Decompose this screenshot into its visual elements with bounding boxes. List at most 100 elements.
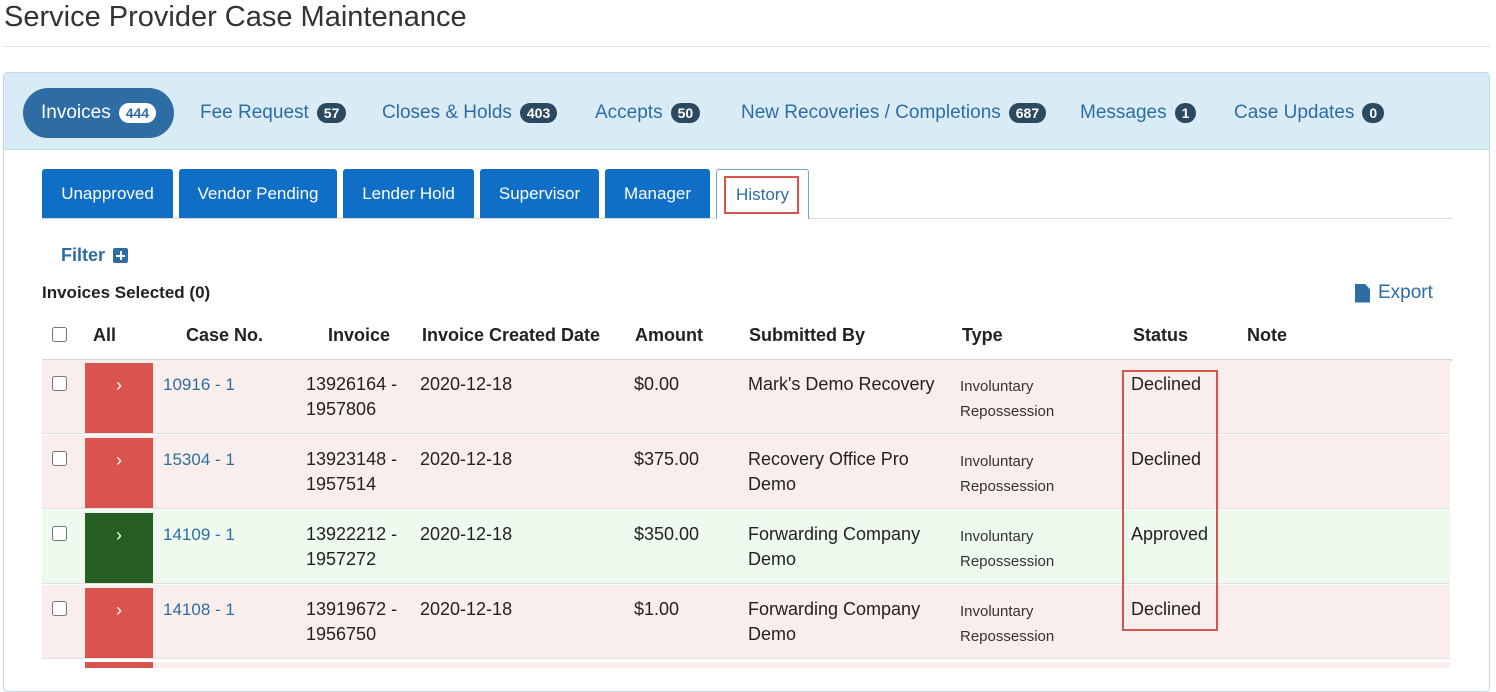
tab-case-updates-count: 0 (1362, 103, 1385, 123)
invoice-number-line-1: 13923148 - (306, 449, 398, 469)
invoice-number: 13922212 - 1957272 (306, 522, 397, 572)
plus-square-icon (113, 248, 129, 263)
type: Involuntary Repossession (960, 449, 1054, 499)
submitted-by-line-1: Forwarding Company (748, 524, 921, 544)
next-row-partial (153, 662, 1450, 668)
column-header-submitted-by[interactable]: Submitted By (749, 325, 865, 346)
submitted-by-line-2: Demo (748, 624, 797, 644)
tab-invoices-count: 444 (118, 103, 157, 123)
invoice-number-line-1: 13926164 - (306, 374, 398, 394)
case-no-link[interactable]: 14108 - 1 (163, 597, 235, 622)
column-header-created-date[interactable]: Invoice Created Date (422, 325, 600, 346)
submitted-by: Recovery Office Pro Demo (748, 447, 909, 497)
tab-case-updates[interactable]: Case Updates 0 (1234, 88, 1385, 138)
next-row-expander[interactable] (85, 662, 153, 668)
column-header-amount[interactable]: Amount (635, 325, 703, 346)
table-row: › 14108 - 1 13919672 - 1956750 2020-12-18… (42, 585, 1450, 659)
row-checkbox[interactable] (52, 526, 67, 541)
status: Declined (1131, 449, 1202, 469)
invoice-number-line-1: 13922212 - (306, 524, 398, 544)
tab-messages-count: 1 (1174, 103, 1197, 123)
column-header-case-no[interactable]: Case No. (186, 325, 263, 346)
row-checkbox[interactable] (52, 451, 67, 466)
tab-messages[interactable]: Messages 1 (1080, 88, 1197, 138)
invoice-number-line-2: 1957806 (306, 399, 377, 419)
row-expander[interactable]: › (85, 588, 153, 658)
column-header-all: All (93, 325, 117, 345)
submitted-by: Forwarding Company Demo (748, 522, 920, 572)
amount: $1.00 (634, 599, 680, 619)
status: Approved (1131, 524, 1209, 544)
invoice-number-line-2: 1957514 (306, 474, 377, 494)
type: Involuntary Repossession (960, 524, 1054, 574)
export-button[interactable]: Export (1355, 282, 1433, 304)
tab-case-updates-label: Case Updates (1234, 102, 1355, 123)
row-checkbox[interactable] (52, 376, 67, 391)
tab-accepts-count: 50 (670, 103, 701, 123)
invoice-number-line-2: 1956750 (306, 624, 377, 644)
invoice-date: 2020-12-18 (420, 599, 513, 619)
main-tab-bar: Invoices 444 Fee Request 57 Closes & Hol… (4, 73, 1489, 150)
chevron-right-icon: › (116, 450, 122, 470)
tab-new-recoveries[interactable]: New Recoveries / Completions 687 (741, 88, 1047, 138)
invoice-date: 2020-12-18 (420, 449, 513, 469)
invoice-number-line-1: 13919672 - (306, 599, 398, 619)
export-label: Export (1378, 282, 1433, 303)
status: Declined (1131, 599, 1202, 619)
row-expander[interactable]: › (85, 513, 153, 583)
subtab-supervisor[interactable]: Supervisor (480, 169, 599, 219)
tab-accepts-label: Accepts (595, 102, 663, 123)
table-row: › 10916 - 1 13926164 - 1957806 2020-12-18… (42, 360, 1450, 434)
type-line-2: Repossession (960, 553, 1055, 570)
filter-label: Filter (61, 245, 106, 265)
title-divider (3, 46, 1490, 47)
row-expander[interactable]: › (85, 363, 153, 433)
invoice-number: 13923148 - 1957514 (306, 447, 397, 497)
invoice-date: 2020-12-18 (420, 524, 513, 544)
subtab-manager[interactable]: Manager (605, 169, 710, 219)
subtab-unapproved[interactable]: Unapproved (42, 169, 173, 219)
tab-invoices[interactable]: Invoices 444 (23, 88, 175, 138)
column-header-invoice[interactable]: Invoice (328, 325, 390, 346)
type-line-2: Repossession (960, 478, 1055, 495)
tab-closes-holds[interactable]: Closes & Holds 403 (382, 88, 558, 138)
chevron-right-icon: › (116, 375, 122, 395)
row-checkbox[interactable] (52, 601, 67, 616)
table-row: › 15304 - 1 13923148 - 1957514 2020-12-18… (42, 435, 1450, 509)
status: Declined (1131, 374, 1202, 394)
select-all-checkbox[interactable] (52, 327, 67, 342)
filter-toggle[interactable]: Filter (61, 245, 129, 266)
column-header-type[interactable]: Type (962, 325, 1003, 346)
page-title: Service Provider Case Maintenance (4, 1, 467, 33)
subtab-lender-hold[interactable]: Lender Hold (343, 169, 474, 219)
column-header-note[interactable]: Note (1247, 325, 1287, 346)
invoice-date: 2020-12-18 (420, 374, 513, 394)
tab-closes-holds-label: Closes & Holds (382, 102, 512, 123)
column-header-status[interactable]: Status (1133, 325, 1188, 346)
invoice-number: 13919672 - 1956750 (306, 597, 397, 647)
amount: $375.00 (634, 449, 700, 469)
subtab-vendor-pending[interactable]: Vendor Pending (179, 169, 337, 219)
case-no-link[interactable]: 10916 - 1 (163, 372, 235, 397)
amount: $0.00 (634, 374, 680, 394)
case-no-link[interactable]: 15304 - 1 (163, 447, 235, 472)
type-line-1: Involuntary (960, 453, 1034, 470)
amount: $350.00 (634, 524, 700, 544)
tab-messages-label: Messages (1080, 102, 1167, 123)
submitted-by-line-1: Mark's Demo Recovery (748, 374, 935, 394)
tab-invoices-label: Invoices (41, 102, 111, 123)
subtab-history[interactable]: History (716, 169, 809, 219)
type-line-2: Repossession (960, 628, 1055, 645)
tab-new-recoveries-label: New Recoveries / Completions (741, 102, 1001, 123)
case-no-link[interactable]: 14109 - 1 (163, 522, 235, 547)
file-icon (1355, 283, 1370, 303)
tab-accepts[interactable]: Accepts 50 (595, 88, 701, 138)
submitted-by-line-1: Forwarding Company (748, 599, 921, 619)
submitted-by-line-2: Demo (748, 474, 797, 494)
type: Involuntary Repossession (960, 599, 1054, 649)
tab-fee-request[interactable]: Fee Request 57 (200, 88, 347, 138)
type-line-2: Repossession (960, 403, 1055, 420)
row-expander[interactable]: › (85, 438, 153, 508)
type-line-1: Involuntary (960, 603, 1034, 620)
tab-fee-request-count: 57 (316, 103, 347, 123)
